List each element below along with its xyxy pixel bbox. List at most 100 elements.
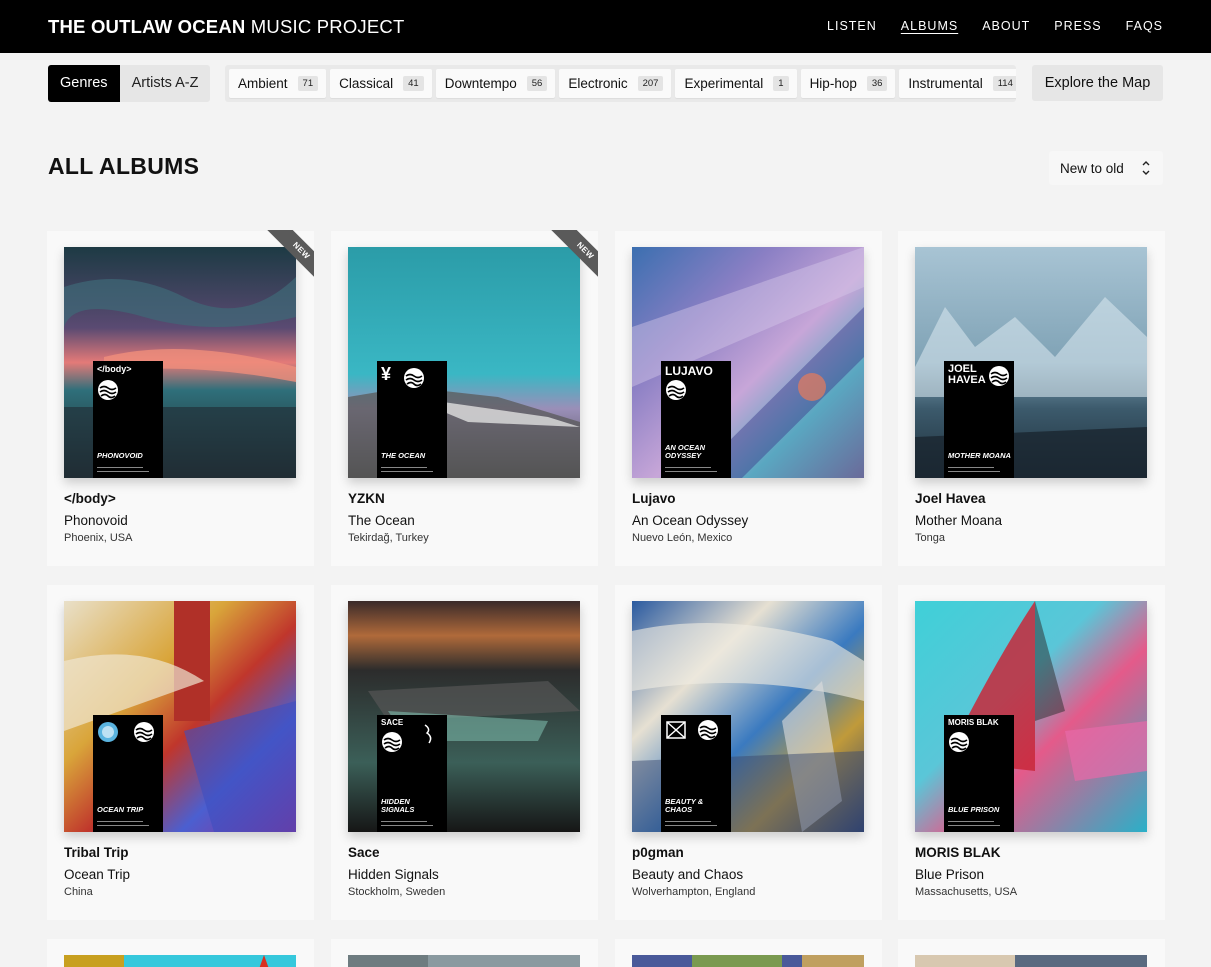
album-label-plate: OCEAN TRIP	[93, 715, 163, 832]
plate-top: SACE	[381, 718, 404, 727]
album-cover[interactable]: BEAUTY & CHAOS	[632, 601, 864, 832]
album-card[interactable]	[47, 939, 314, 967]
genre-name: Experimental	[684, 76, 764, 91]
genre-name: Classical	[339, 76, 394, 91]
album-title[interactable]: An Ocean Odyssey	[632, 513, 748, 528]
plate-fineprint	[948, 471, 1000, 472]
album-cover[interactable]: LUJAVO AN OCEAN ODYSSEY	[632, 247, 864, 478]
genre-count: 36	[866, 76, 888, 91]
p0gman-logo-icon	[666, 721, 686, 739]
genre-chip-experimental[interactable]: Experimental 1	[675, 69, 797, 98]
genre-count: 207	[637, 76, 664, 91]
ocean-wave-icon	[381, 731, 403, 753]
album-cover-partial[interactable]	[632, 955, 864, 967]
logo-light: MUSIC PROJECT	[250, 16, 405, 37]
album-title[interactable]: The Ocean	[348, 513, 415, 528]
genre-chip-downtempo[interactable]: Downtempo 56	[435, 69, 556, 98]
main-nav: LISTEN ALBUMS ABOUT PRESS FAQS	[827, 19, 1163, 33]
genre-chip-hip-hop[interactable]: Hip-hop 36	[800, 69, 896, 98]
album-origin: Tonga	[915, 532, 945, 544]
page-title-light: ALBUMS	[99, 153, 200, 179]
genre-chip-ambient[interactable]: Ambient 71	[229, 69, 327, 98]
logo-bold: THE OUTLAW OCEAN	[48, 16, 246, 37]
genre-chip-electronic[interactable]: Electronic 207	[559, 69, 672, 98]
album-title[interactable]: Beauty and Chaos	[632, 867, 743, 882]
genre-chip-instrumental[interactable]: Instrumental 114	[899, 69, 1016, 98]
nav-listen[interactable]: LISTEN	[827, 19, 877, 33]
nav-about[interactable]: ABOUT	[982, 19, 1030, 33]
album-card[interactable]: </body> PHONOVOID NEW </body> Phonovoid …	[47, 230, 314, 566]
explore-map-button[interactable]: Explore the Map	[1032, 65, 1163, 101]
album-title[interactable]: Blue Prison	[915, 867, 984, 882]
album-cover[interactable]: OCEAN TRIP	[64, 601, 296, 832]
plate-fineprint	[665, 821, 711, 822]
album-card[interactable]: LUJAVO AN OCEAN ODYSSEY Lujavo An Ocean …	[615, 231, 882, 566]
genre-scroller[interactable]: Ambient 71 Classical 41 Downtempo 56 Electr…	[225, 65, 1016, 102]
album-origin: Massachusetts, USA	[915, 886, 1018, 898]
plate-fineprint	[97, 471, 149, 472]
plate-title: THE OCEAN	[381, 451, 426, 460]
album-title[interactable]: Mother Moana	[915, 513, 1002, 528]
genre-chip-classical[interactable]: Classical 41	[330, 69, 432, 98]
album-artist[interactable]: Sace	[348, 845, 380, 860]
album-label-plate: MORIS BLAK BLUE PRISON	[944, 715, 1014, 832]
album-title[interactable]: Ocean Trip	[64, 867, 130, 882]
plate-fineprint	[97, 821, 143, 822]
plate-fineprint	[665, 467, 711, 468]
new-ribbon: NEW	[542, 230, 598, 286]
album-cover[interactable]: SACE HIDDEN SIGNALS	[348, 601, 580, 832]
plate-fineprint	[381, 821, 427, 822]
album-artist[interactable]: Lujavo	[632, 491, 676, 506]
album-card[interactable]: OCEAN TRIP Tribal Trip Ocean Trip China	[47, 585, 314, 920]
page-title: ALL ALBUMS	[48, 153, 199, 180]
nav-press[interactable]: PRESS	[1054, 19, 1101, 33]
album-label-plate: JOEL HAVEA MOTHER MOANA	[944, 361, 1014, 478]
album-card[interactable]: JOEL HAVEA MOTHER MOANA Joel Havea Mothe…	[898, 231, 1165, 566]
view-toggle: Genres Artists A-Z	[48, 65, 211, 102]
genre-name: Instrumental	[908, 76, 983, 91]
album-artist[interactable]: </body>	[64, 491, 116, 506]
tab-genres[interactable]: Genres	[48, 65, 120, 102]
sort-select[interactable]: New to old	[1049, 151, 1163, 185]
album-card[interactable]	[898, 939, 1165, 967]
album-card[interactable]: BEAUTY & CHAOS p0gman Beauty and Chaos W…	[615, 585, 882, 920]
album-artist[interactable]: Joel Havea	[915, 491, 986, 506]
ocean-wave-icon	[133, 721, 155, 743]
album-artist[interactable]: YZKN	[348, 491, 385, 506]
album-title[interactable]: Hidden Signals	[348, 867, 439, 882]
ocean-wave-icon	[948, 731, 970, 753]
plate-title: BLUE PRISON	[948, 805, 1000, 814]
album-card[interactable]	[331, 939, 598, 967]
plate-title: PHONOVOID	[97, 451, 143, 460]
genre-name: Hip-hop	[809, 76, 857, 91]
site-logo[interactable]: THE OUTLAW OCEAN MUSIC PROJECT	[48, 16, 405, 38]
nav-albums[interactable]: ALBUMS	[901, 19, 958, 33]
plate-fineprint	[665, 825, 717, 826]
album-cover-partial[interactable]	[64, 955, 296, 967]
album-card[interactable]: SACE HIDDEN SIGNALS Sace Hidden Signals …	[331, 585, 598, 920]
genre-count: 56	[526, 76, 548, 91]
album-cover[interactable]: MORIS BLAK BLUE PRISON	[915, 601, 1147, 832]
nav-faqs[interactable]: FAQS	[1126, 19, 1163, 33]
tab-artists-a-z[interactable]: Artists A-Z	[120, 65, 211, 102]
album-cover-partial[interactable]	[348, 955, 580, 967]
album-artist[interactable]: Tribal Trip	[64, 845, 129, 860]
album-cover-partial[interactable]	[915, 955, 1147, 967]
ocean-wave-icon	[97, 379, 119, 401]
album-artist[interactable]: MORIS BLAK	[915, 845, 1001, 860]
album-title[interactable]: Phonovoid	[64, 513, 128, 528]
album-cover[interactable]: JOEL HAVEA MOTHER MOANA	[915, 247, 1147, 478]
page-title-bold: ALL	[48, 153, 94, 179]
album-label-plate: </body> PHONOVOID	[93, 361, 163, 478]
plate-title: AN OCEAN ODYSSEY	[665, 443, 706, 460]
plate-top: JOEL HAVEA	[948, 363, 986, 386]
album-artist[interactable]: p0gman	[632, 845, 684, 860]
tribal-trip-logo-icon	[98, 722, 118, 742]
plate-fineprint	[381, 825, 433, 826]
album-card[interactable]	[615, 939, 882, 967]
album-card[interactable]: ¥ THE OCEAN NEW YZKN The Ocean Tekirdağ,…	[331, 230, 598, 566]
album-card[interactable]: MORIS BLAK BLUE PRISON MORIS BLAK Blue P…	[898, 585, 1165, 920]
plate-fineprint	[665, 471, 717, 472]
new-ribbon: NEW	[258, 230, 314, 286]
site-header: THE OUTLAW OCEAN MUSIC PROJECT LISTEN AL…	[0, 0, 1211, 53]
